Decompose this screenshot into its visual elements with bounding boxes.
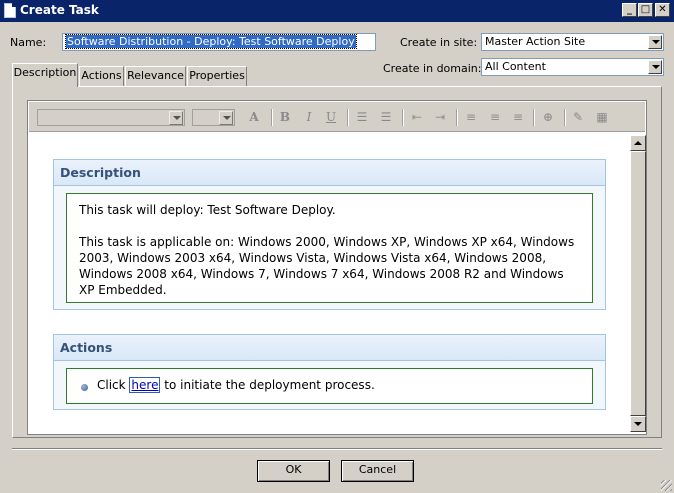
font-color-icon[interactable]: A [246, 109, 262, 125]
minimize-button[interactable]: _ [622, 3, 637, 17]
ok-button-label: OK [285, 463, 302, 476]
site-select-value: Master Action Site [485, 35, 586, 48]
chevron-down-icon[interactable] [219, 111, 233, 125]
tab-label: Properties [189, 69, 245, 82]
resize-grip-icon[interactable] [661, 480, 672, 491]
description-line-2: This task is applicable on: Windows 2000… [79, 235, 575, 297]
toolbar-separator [271, 109, 273, 126]
minimize-icon: _ [627, 4, 632, 15]
site-label: Create in site: [400, 36, 478, 49]
toolbar-separator [402, 109, 404, 126]
numbered-list-icon[interactable]: ☰ [354, 109, 370, 125]
cancel-button-label: Cancel [358, 463, 397, 476]
scroll-up-button[interactable] [630, 135, 646, 151]
window-title: Create Task [20, 3, 99, 17]
scroll-down-button[interactable] [630, 416, 646, 432]
tab-actions[interactable]: Actions [79, 66, 124, 86]
actions-heading: Actions [54, 335, 605, 361]
action-link[interactable]: here [129, 377, 161, 393]
cancel-button[interactable]: Cancel [341, 460, 414, 482]
editor-content[interactable]: Description This task will deploy: Test … [30, 135, 630, 432]
tab-description[interactable]: Description [12, 63, 78, 87]
description-line-1: This task will deploy: Test Software Dep… [79, 203, 336, 217]
actions-body: Click here to initiate the deployment pr… [66, 368, 593, 404]
actions-section: Actions Click here to initiate the deplo… [53, 334, 606, 410]
domain-select-value: All Content [485, 60, 546, 73]
chevron-down-icon[interactable] [648, 35, 662, 49]
toolbar-separator [533, 109, 535, 126]
site-select[interactable]: Master Action Site [481, 33, 664, 51]
close-icon: ✕ [658, 4, 667, 15]
maximize-icon: □ [640, 4, 651, 15]
description-body: This task will deploy: Test Software Dep… [66, 193, 593, 303]
action-suffix: to initiate the deployment process. [164, 378, 375, 392]
tab-label: Actions [81, 69, 122, 82]
name-input[interactable]: Software Distribution - Deploy: Test Sof… [62, 33, 376, 51]
domain-label: Create in domain: [383, 62, 482, 75]
toolbar-separator [564, 109, 566, 126]
tab-relevance[interactable]: Relevance [125, 66, 186, 86]
name-label: Name: [10, 36, 47, 49]
font-family-select[interactable] [37, 109, 185, 126]
action-prefix: Click [97, 378, 126, 392]
description-heading: Description [54, 160, 605, 186]
document-icon [4, 3, 16, 18]
underline-icon[interactable]: U [323, 109, 339, 125]
toolbar-separator [347, 109, 349, 126]
dialog-divider [12, 448, 662, 450]
italic-icon[interactable]: I [301, 109, 317, 125]
bold-icon[interactable]: B [277, 109, 293, 125]
scrollbar-thumb[interactable] [630, 151, 646, 416]
font-size-select[interactable] [192, 109, 235, 126]
maximize-button[interactable]: □ [638, 3, 653, 17]
domain-select[interactable]: All Content [481, 58, 664, 76]
close-button[interactable]: ✕ [655, 3, 670, 17]
bullet-list-icon[interactable]: ☰ [378, 109, 394, 125]
tab-label: Relevance [127, 69, 184, 82]
chevron-down-icon[interactable] [648, 60, 662, 74]
toolbar-separator [456, 109, 458, 126]
indent-icon[interactable]: ⇥ [432, 109, 448, 125]
chevron-down-icon[interactable] [169, 111, 183, 125]
table-icon[interactable]: ▦ [594, 109, 610, 125]
ok-button[interactable]: OK [257, 460, 330, 482]
align-left-icon[interactable]: ≡ [463, 109, 479, 125]
tab-label: Description [13, 66, 77, 79]
tab-properties[interactable]: Properties [187, 66, 247, 86]
insert-link-icon[interactable]: ⊕ [540, 109, 556, 125]
editor-toolbar: A B I U ☰ ☰ ⇤ ⇥ ≡ ≡ ≡ ⊕ ✎ ▦ [29, 102, 645, 132]
bullet-icon [81, 384, 88, 391]
align-right-icon[interactable]: ≡ [510, 109, 526, 125]
clean-format-icon[interactable]: ✎ [570, 109, 586, 125]
description-section: Description This task will deploy: Test … [53, 159, 606, 310]
vertical-scrollbar[interactable] [630, 135, 646, 432]
align-center-icon[interactable]: ≡ [487, 109, 503, 125]
title-bar[interactable]: Create Task _ □ ✕ [0, 0, 674, 22]
outdent-icon[interactable]: ⇤ [409, 109, 425, 125]
name-input-value: Software Distribution - Deploy: Test Sof… [65, 34, 357, 49]
